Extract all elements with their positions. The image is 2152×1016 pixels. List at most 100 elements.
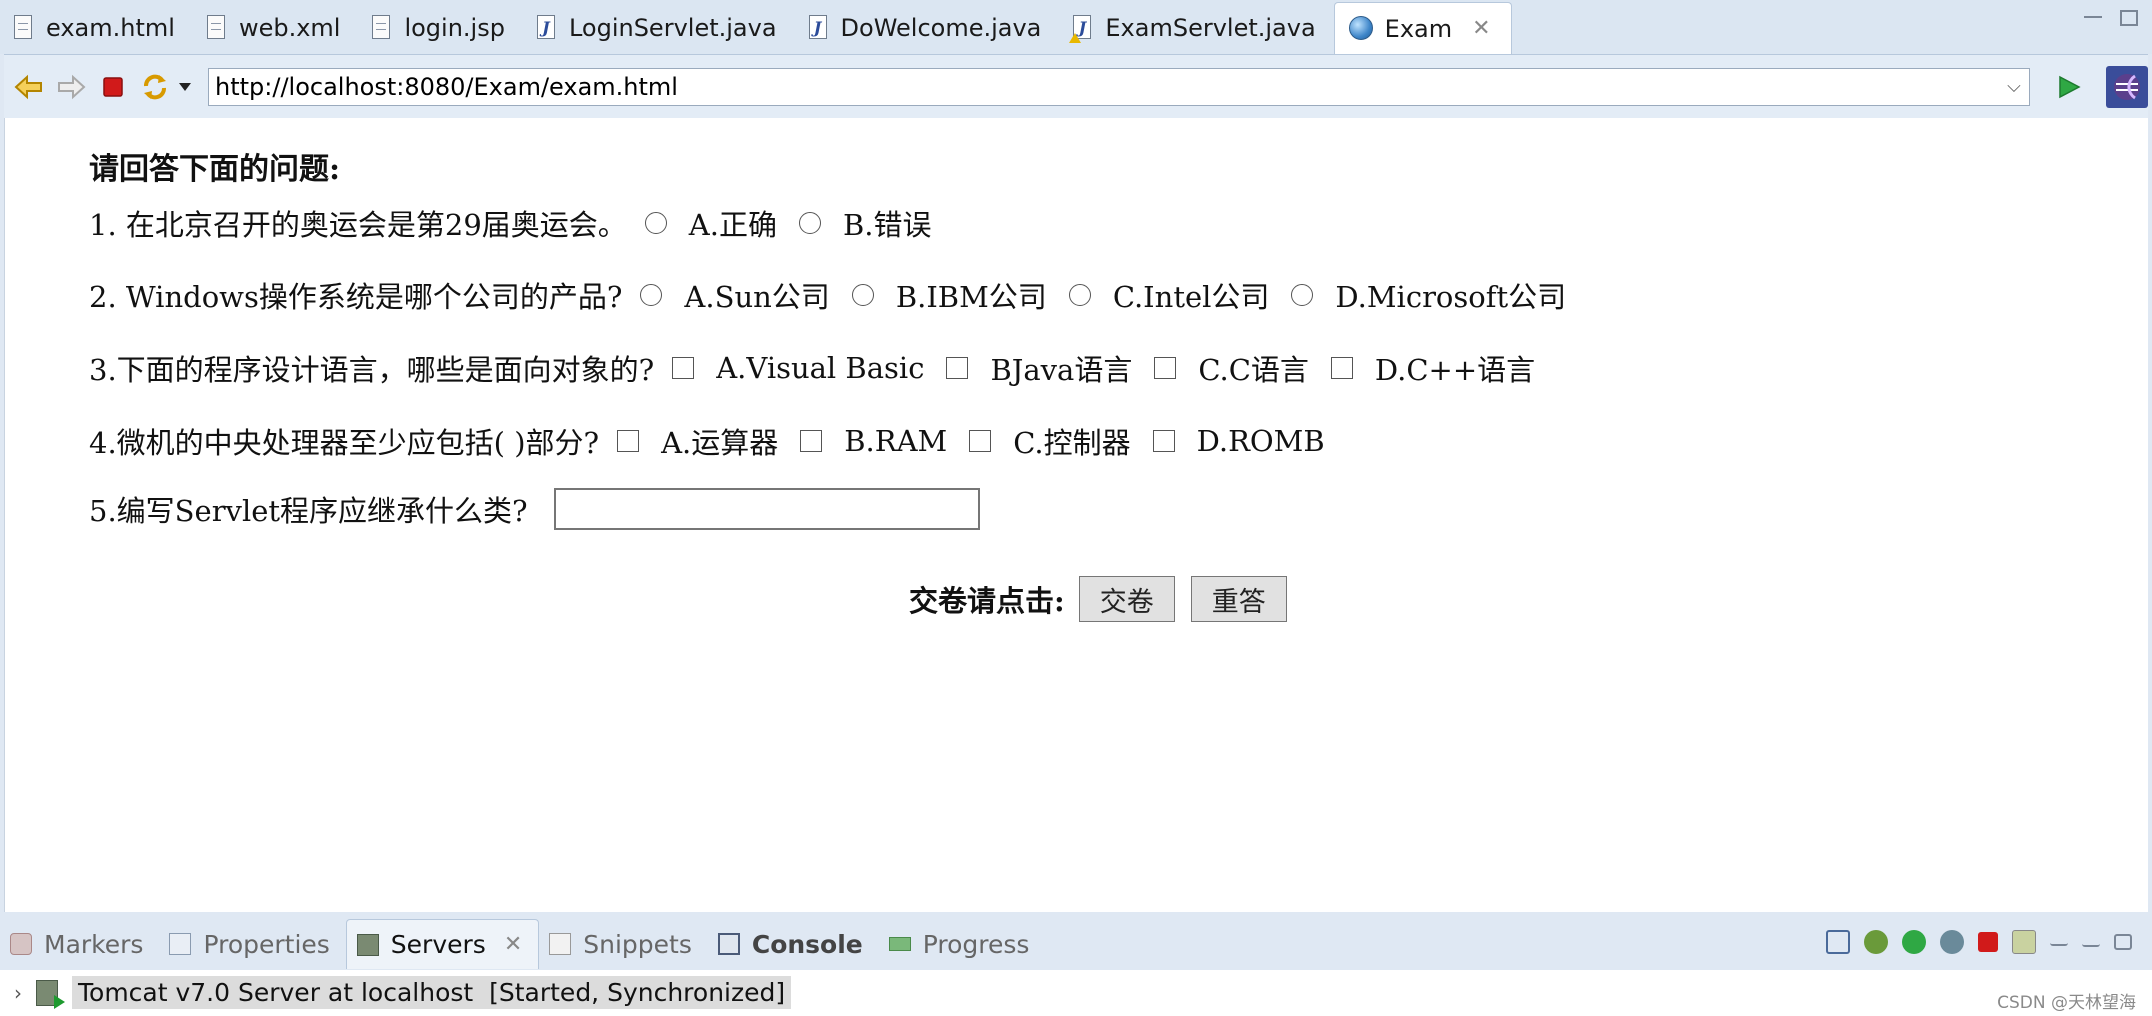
tab-dowelcome-java[interactable]: J DoWelcome.java bbox=[795, 2, 1060, 54]
option-label: D.ROMB bbox=[1196, 424, 1325, 458]
radio-button[interactable] bbox=[851, 284, 874, 306]
question-text: 1. 在北京召开的奥运会是第29届奥运会。 bbox=[89, 208, 627, 242]
eclipse-browser-button[interactable] bbox=[2106, 65, 2148, 108]
chevron-right-icon[interactable]: › bbox=[14, 981, 22, 1005]
checkbox[interactable] bbox=[1154, 357, 1177, 379]
tab-label: DoWelcome.java bbox=[840, 14, 1042, 42]
maximize-icon[interactable] bbox=[2114, 934, 2132, 950]
option-2d[interactable]: D.Microsoft公司 bbox=[1291, 274, 1566, 316]
radio-button[interactable] bbox=[640, 284, 663, 306]
radio-button[interactable] bbox=[644, 212, 667, 234]
option-label: C.控制器 bbox=[1013, 426, 1131, 460]
java-file-icon: J bbox=[808, 15, 829, 41]
tab-login-jsp[interactable]: login.jsp bbox=[358, 2, 523, 54]
option-label: A.正确 bbox=[688, 208, 777, 242]
go-button[interactable] bbox=[2052, 70, 2086, 104]
close-icon[interactable]: ✕ bbox=[504, 932, 522, 957]
option-label: B.IBM公司 bbox=[895, 280, 1047, 314]
debug-icon[interactable] bbox=[1864, 930, 1888, 954]
properties-icon bbox=[169, 933, 192, 955]
option-3d[interactable]: D.C++语言 bbox=[1330, 347, 1536, 389]
server-entry[interactable]: › Tomcat v7.0 Server at localhost [Start… bbox=[14, 976, 792, 1009]
server-name: Tomcat v7.0 Server at localhost bbox=[78, 978, 474, 1007]
collapse-all-icon[interactable] bbox=[1826, 930, 1850, 954]
option-4d[interactable]: D.ROMB bbox=[1152, 424, 1325, 458]
minimize-icon[interactable] bbox=[2082, 937, 2100, 947]
checkbox[interactable] bbox=[1152, 430, 1175, 452]
tab-snippets[interactable]: Snippets bbox=[539, 919, 708, 969]
checkbox[interactable] bbox=[1330, 357, 1353, 379]
stop-button[interactable] bbox=[96, 70, 130, 104]
radio-button[interactable] bbox=[1068, 284, 1091, 306]
tab-console[interactable]: Console bbox=[708, 919, 879, 969]
browser-toolbar: ⌵ bbox=[4, 54, 2148, 118]
option-3b[interactable]: BJava语言 bbox=[946, 347, 1132, 389]
checkbox[interactable] bbox=[617, 430, 640, 452]
tomcat-server-icon bbox=[36, 979, 65, 1009]
tab-markers[interactable]: Markers bbox=[0, 919, 159, 969]
view-toolbar bbox=[1826, 930, 2132, 954]
option-4b[interactable]: B.RAM bbox=[800, 424, 947, 458]
checkbox[interactable] bbox=[946, 357, 969, 379]
publish-icon[interactable] bbox=[2012, 930, 2036, 954]
question-text: 5.编写Servlet程序应继承什么类? bbox=[89, 494, 528, 528]
option-3c[interactable]: C.C语言 bbox=[1154, 347, 1309, 389]
stop-server-icon[interactable] bbox=[1978, 932, 1998, 952]
question-5: 5.编写Servlet程序应继承什么类? bbox=[89, 488, 980, 530]
history-dropdown[interactable] bbox=[176, 70, 194, 104]
tab-examservlet-java[interactable]: J ExamServlet.java bbox=[1059, 2, 1333, 54]
start-server-icon[interactable] bbox=[1902, 930, 1926, 954]
tab-exam-html[interactable]: exam.html bbox=[0, 2, 193, 54]
profile-icon[interactable] bbox=[1940, 930, 1964, 954]
answer-text-input[interactable] bbox=[553, 488, 980, 530]
java-file-icon: J bbox=[536, 15, 557, 41]
back-button[interactable] bbox=[12, 70, 46, 104]
tab-label: Servers bbox=[390, 930, 486, 959]
tab-label: Progress bbox=[922, 929, 1030, 959]
tab-properties[interactable]: Properties bbox=[159, 919, 345, 969]
option-2a[interactable]: A.Sun公司 bbox=[640, 274, 830, 316]
option-1b[interactable]: B.错误 bbox=[798, 202, 932, 244]
submit-button[interactable]: 交卷 bbox=[1078, 576, 1175, 622]
checkbox[interactable] bbox=[672, 357, 695, 379]
minimize-icon[interactable] bbox=[2084, 10, 2102, 18]
refresh-button[interactable] bbox=[138, 70, 172, 104]
option-label: C.C语言 bbox=[1198, 353, 1309, 387]
tab-servers[interactable]: Servers ✕ bbox=[345, 919, 540, 969]
browser-page: 请回答下面的问题: 1. 在北京召开的奥运会是第29届奥运会。 A.正确 B.错… bbox=[4, 118, 2148, 912]
tab-label: ExamServlet.java bbox=[1105, 14, 1316, 42]
tab-exam-browser[interactable]: Exam ✕ bbox=[1333, 2, 1512, 54]
question-text: 3.下面的程序设计语言，哪些是面向对象的? bbox=[89, 353, 655, 387]
option-4a[interactable]: A.运算器 bbox=[617, 420, 778, 462]
chevron-down-icon[interactable]: ⌵ bbox=[1999, 76, 2029, 97]
option-label: D.C++语言 bbox=[1374, 353, 1536, 387]
forward-button[interactable] bbox=[54, 70, 88, 104]
view-menu-icon[interactable] bbox=[2050, 938, 2068, 946]
java-file-warning-icon: J bbox=[1069, 15, 1093, 43]
checkbox[interactable] bbox=[969, 430, 992, 452]
option-2b[interactable]: B.IBM公司 bbox=[851, 274, 1047, 316]
option-1a[interactable]: A.正确 bbox=[644, 202, 777, 244]
views-tab-bar: Markers Properties Servers ✕ Snippets Co… bbox=[0, 918, 2152, 970]
url-input[interactable] bbox=[209, 69, 1999, 104]
option-2c[interactable]: C.Intel公司 bbox=[1068, 274, 1269, 316]
radio-button[interactable] bbox=[798, 212, 821, 234]
question-4: 4.微机的中央处理器至少应包括( )部分? A.运算器 B.RAM C.控制器 … bbox=[89, 420, 1347, 462]
html-file-icon bbox=[14, 15, 34, 41]
close-icon[interactable]: ✕ bbox=[1472, 16, 1490, 41]
page-heading: 请回答下面的问题: bbox=[89, 152, 341, 187]
checkbox[interactable] bbox=[800, 430, 823, 452]
option-label: B.RAM bbox=[844, 424, 948, 458]
option-4c[interactable]: C.控制器 bbox=[969, 420, 1131, 462]
radio-button[interactable] bbox=[1291, 284, 1314, 306]
back-arrow-icon bbox=[14, 74, 42, 99]
tab-progress[interactable]: Progress bbox=[879, 919, 1046, 969]
markers-icon bbox=[10, 933, 32, 955]
option-3a[interactable]: A.Visual Basic bbox=[672, 351, 924, 385]
maximize-icon[interactable] bbox=[2120, 10, 2138, 26]
reset-button[interactable]: 重答 bbox=[1190, 576, 1287, 622]
url-bar[interactable]: ⌵ bbox=[208, 67, 2030, 106]
tab-web-xml[interactable]: web.xml bbox=[193, 2, 359, 54]
server-label[interactable]: Tomcat v7.0 Server at localhost [Started… bbox=[72, 976, 792, 1009]
tab-loginservlet-java[interactable]: J LoginServlet.java bbox=[523, 2, 795, 54]
